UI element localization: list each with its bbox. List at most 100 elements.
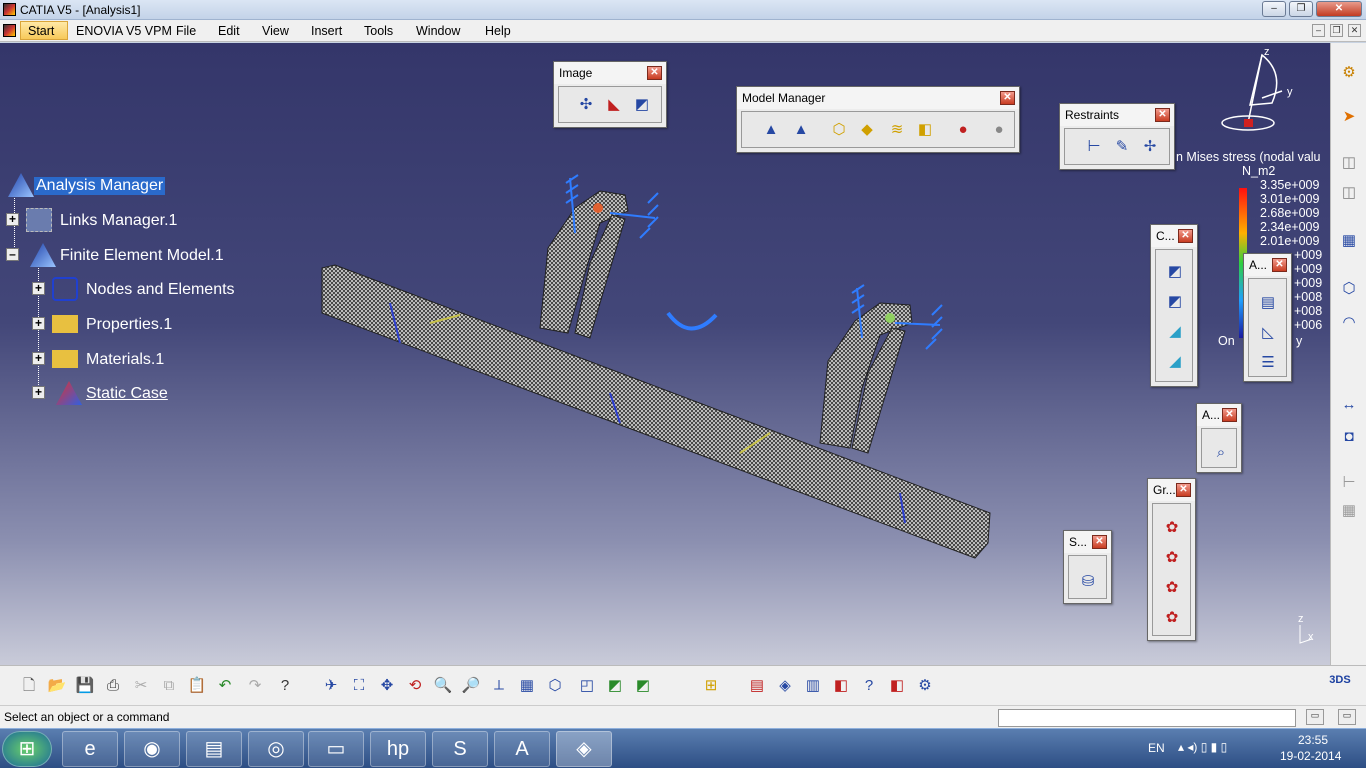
gear-icon[interactable]: ⚙ — [1338, 63, 1360, 83]
render-style-icon[interactable]: ◰ — [576, 676, 598, 696]
normal-view-icon[interactable]: ⟂ — [488, 676, 510, 696]
stress-icon[interactable]: ◣ — [603, 95, 625, 115]
connection-icon[interactable]: ◩ — [1164, 292, 1186, 312]
table-icon[interactable]: ▦ — [1338, 231, 1360, 251]
print-icon[interactable]: ⎙ — [102, 676, 124, 696]
surface-contact-icon[interactable]: ◢ — [1164, 322, 1186, 342]
toolbar-a2[interactable]: A... ✕ ⌕ — [1196, 403, 1242, 473]
advanced-restraint-icon[interactable]: ✢ — [1139, 137, 1161, 157]
slider-icon[interactable]: ✎ — [1111, 137, 1133, 157]
check-model-icon[interactable]: ● — [952, 120, 974, 140]
list-icon[interactable]: ☰ — [1257, 353, 1279, 373]
menu-start[interactable]: Start — [20, 21, 68, 40]
paste-icon[interactable]: 📋 — [186, 676, 208, 696]
expand-icon[interactable]: + — [32, 386, 45, 399]
command-button[interactable]: ▭ — [1306, 709, 1324, 725]
expand-icon[interactable]: + — [32, 317, 45, 330]
app-taskbar-icon[interactable]: ▭ — [308, 731, 364, 767]
group-icon[interactable]: ✿ — [1161, 518, 1183, 538]
help-icon[interactable]: ? — [274, 676, 296, 696]
toolbar-restraints[interactable]: Restraints ✕ ⊢ ✎ ✢ — [1059, 103, 1175, 170]
redo-icon[interactable]: ↷ — [244, 676, 266, 696]
close-icon[interactable]: ✕ — [1176, 483, 1191, 497]
close-icon[interactable]: ✕ — [1092, 535, 1107, 549]
beam-property-icon[interactable]: ≋ — [886, 120, 908, 140]
minimize-button[interactable]: – — [1262, 1, 1286, 17]
open-icon[interactable]: 📂 — [46, 676, 68, 696]
mesh-cube-icon[interactable]: ⬡ — [1338, 279, 1360, 299]
capture-icon[interactable]: ◈ — [774, 676, 796, 696]
fly-icon[interactable]: ✈ — [320, 676, 342, 696]
clamp-icon[interactable]: ⊢ — [1083, 137, 1105, 157]
undo-icon[interactable]: ↶ — [214, 676, 236, 696]
group-icon[interactable]: ✿ — [1161, 578, 1183, 598]
sensor-icon[interactable]: ⛁ — [1077, 572, 1099, 592]
mesh-icon[interactable]: ▲ — [760, 120, 782, 140]
connection-icon[interactable]: ◩ — [1164, 262, 1186, 282]
catalog-icon[interactable]: ▤ — [746, 676, 768, 696]
toolbar-gr[interactable]: Gr... ✕ ✿ ✿ ✿ ✿ — [1147, 478, 1196, 641]
command-input[interactable] — [998, 709, 1296, 727]
menu-file[interactable]: File — [176, 24, 196, 38]
material-icon[interactable]: ◧ — [914, 120, 936, 140]
explorer-taskbar-icon[interactable]: ▤ — [186, 731, 242, 767]
law-icon[interactable]: ⚙ — [914, 676, 936, 696]
expand-icon[interactable]: + — [6, 213, 19, 226]
tray-icons[interactable]: ▴ ◂) ▯ ▮ ▯ — [1178, 740, 1227, 754]
collapse-icon[interactable]: – — [6, 248, 19, 261]
app-taskbar-icon[interactable]: ◎ — [248, 731, 304, 767]
iso-view-icon[interactable]: ⬡ — [544, 676, 566, 696]
sphere-icon[interactable]: ● — [988, 120, 1010, 140]
save-icon[interactable]: 💾 — [74, 676, 96, 696]
pan-icon[interactable]: ✥ — [376, 676, 398, 696]
solid-property-icon[interactable]: ⬡ — [828, 120, 850, 140]
tree-icon[interactable]: ⊞ — [700, 676, 722, 696]
hide-show-icon[interactable]: ◩ — [604, 676, 626, 696]
surface-mesh-icon[interactable]: ▲ — [790, 120, 812, 140]
group-icon[interactable]: ✿ — [1161, 608, 1183, 628]
surface-contact-icon[interactable]: ◢ — [1164, 352, 1186, 372]
menu-edit[interactable]: Edit — [218, 24, 240, 38]
clock-time[interactable]: 23:55 — [1298, 733, 1328, 747]
skype-taskbar-icon[interactable]: S — [432, 731, 488, 767]
acrobat-taskbar-icon[interactable]: A — [494, 731, 550, 767]
shell-property-icon[interactable]: ◆ — [856, 120, 878, 140]
close-icon[interactable]: ✕ — [1178, 229, 1193, 243]
select-arrow-icon[interactable]: ➤ — [1338, 107, 1360, 127]
rotate-icon[interactable]: ⟲ — [404, 676, 426, 696]
new-icon[interactable]: 🗋 — [18, 676, 40, 696]
expand-icon[interactable]: + — [32, 282, 45, 295]
multi-view-icon[interactable]: ▦ — [516, 676, 538, 696]
doc-minimize-button[interactable]: – — [1312, 24, 1325, 37]
zoom-search-icon[interactable]: ⌕ — [1210, 443, 1232, 463]
menu-help[interactable]: Help — [485, 24, 511, 38]
close-icon[interactable]: ✕ — [1222, 408, 1237, 422]
material-apply-icon[interactable]: ▥ — [802, 676, 824, 696]
command-button[interactable]: ▭ — [1338, 709, 1356, 725]
expand-icon[interactable]: + — [32, 352, 45, 365]
menu-tools[interactable]: Tools — [364, 24, 393, 38]
close-button[interactable]: ✕ — [1316, 1, 1362, 17]
formula-icon[interactable]: ◧ — [886, 676, 908, 696]
ie-taskbar-icon[interactable]: e — [62, 731, 118, 767]
firefox-taskbar-icon[interactable]: ◉ — [124, 731, 180, 767]
compute-all-icon[interactable]: ◫ — [1338, 183, 1360, 203]
menu-window[interactable]: Window — [416, 24, 460, 38]
compute-icon[interactable]: ◫ — [1338, 153, 1360, 173]
windows-start-button[interactable]: ⊞ — [2, 731, 52, 767]
toolbar-model-manager[interactable]: Model Manager ✕ ▲ ▲ ⬡ ◆ ≋ ◧ ● ● — [736, 86, 1020, 153]
zoom-out-icon[interactable]: 🔎 — [460, 676, 482, 696]
measure-icon[interactable]: ↔ — [1338, 395, 1360, 415]
toolbar-c[interactable]: C... ✕ ◩ ◩ ◢ ◢ — [1150, 224, 1198, 387]
wifi-icon[interactable]: ◠ — [1338, 313, 1360, 333]
cut-icon[interactable]: ✂ — [130, 676, 152, 696]
swap-space-icon[interactable]: ◩ — [632, 676, 654, 696]
menu-insert[interactable]: Insert — [311, 24, 342, 38]
close-icon[interactable]: ✕ — [1272, 258, 1287, 272]
close-icon[interactable]: ✕ — [1000, 91, 1015, 105]
catia-taskbar-icon[interactable]: ◈ — [556, 731, 612, 767]
toolbar-s[interactable]: S... ✕ ⛁ — [1063, 530, 1112, 604]
menu-view[interactable]: View — [262, 24, 289, 38]
displacement-icon[interactable]: ◩ — [631, 95, 653, 115]
menu-enovia[interactable]: ENOVIA V5 VPM — [76, 24, 172, 38]
